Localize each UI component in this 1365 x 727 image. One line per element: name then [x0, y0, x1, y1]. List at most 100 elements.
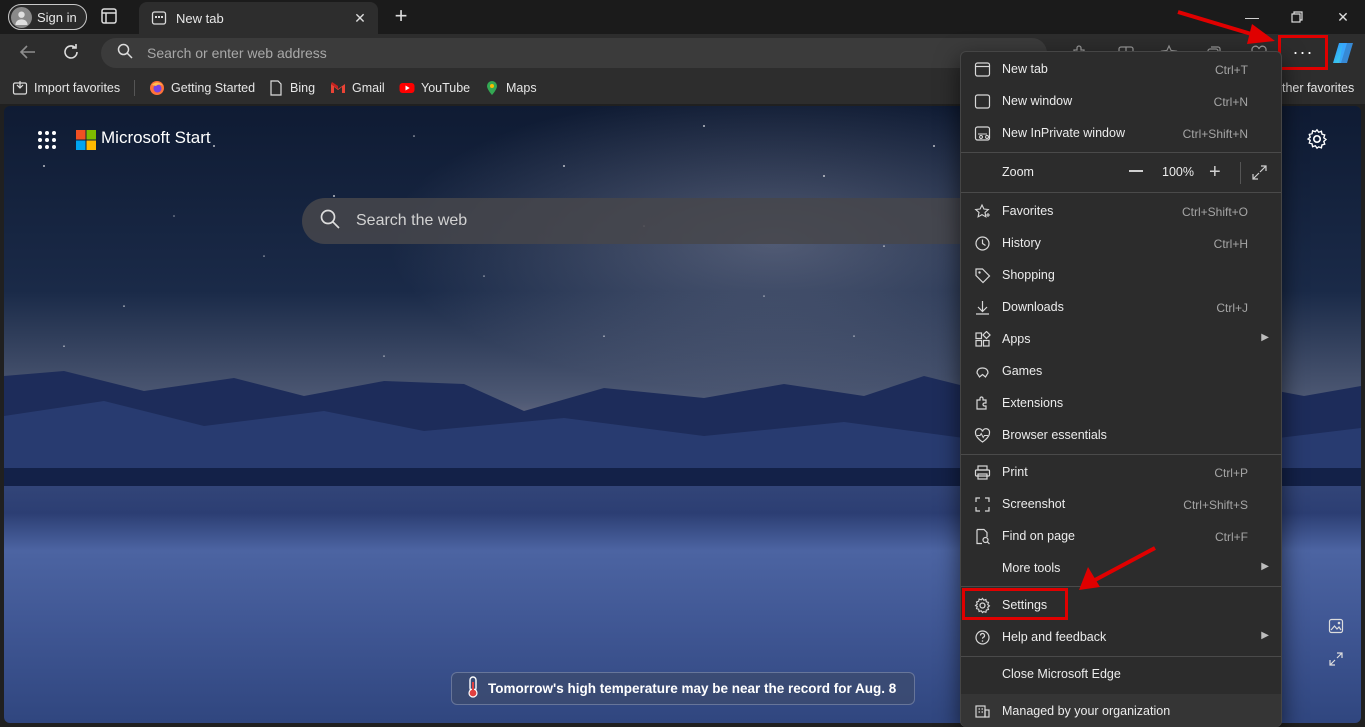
- printer-icon: [974, 464, 991, 481]
- menu-item-print[interactable]: Print Ctrl+P: [961, 456, 1281, 488]
- tab-new-tab[interactable]: New tab ✕: [139, 2, 378, 34]
- downloads-icon: [974, 299, 991, 316]
- new-tab-page-icon: [151, 10, 167, 26]
- zoom-out-icon[interactable]: [1129, 170, 1143, 172]
- web-search-input[interactable]: [356, 212, 956, 230]
- search-icon: [320, 209, 340, 234]
- menu-separator: [961, 656, 1281, 657]
- maps-pin-icon: [484, 80, 500, 96]
- menu-item-screenshot[interactable]: Screenshot Ctrl+Shift+S: [961, 488, 1281, 520]
- gmail-icon: [330, 80, 346, 96]
- sign-in-label: Sign in: [37, 9, 77, 25]
- apps-icon: [974, 330, 991, 348]
- avatar-icon: [11, 6, 32, 28]
- settings-highlight-box: [962, 588, 1068, 620]
- close-window-icon[interactable]: ✕: [1332, 6, 1354, 28]
- menu-label: Apps: [1002, 332, 1031, 346]
- menu-item-shopping[interactable]: Shopping: [961, 259, 1281, 291]
- minimize-icon[interactable]: —: [1241, 6, 1263, 28]
- menu-item-games[interactable]: Games: [961, 355, 1281, 387]
- menu-item-new-window[interactable]: New window Ctrl+N: [961, 85, 1281, 117]
- menu-label: Extensions: [1002, 396, 1064, 410]
- menu-item-downloads[interactable]: Downloads Ctrl+J: [961, 291, 1281, 323]
- menu-item-zoom: Zoom 100% +: [961, 156, 1281, 188]
- refresh-icon[interactable]: [61, 42, 83, 64]
- managed-by-organization[interactable]: Managed by your organization: [961, 694, 1281, 727]
- settings-and-more-menu: New tab Ctrl+T New window Ctrl+N New InP…: [960, 51, 1282, 727]
- games-icon: [974, 363, 991, 380]
- close-tab-icon[interactable]: ✕: [352, 10, 368, 26]
- menu-separator: [961, 152, 1281, 153]
- menu-item-help-and-feedback[interactable]: Help and feedback ▶: [961, 621, 1281, 653]
- new-tab-icon: [974, 61, 991, 78]
- new-tab-plus-icon[interactable]: +: [390, 5, 412, 28]
- favorite-getting-started[interactable]: Getting Started: [149, 80, 255, 96]
- menu-shortcut: Ctrl+T: [1215, 63, 1248, 77]
- menu-item-new-inprivate-window[interactable]: New InPrivate window Ctrl+Shift+N: [961, 117, 1281, 149]
- menu-item-more-tools[interactable]: More tools ▶: [961, 552, 1281, 584]
- zoom-in-icon[interactable]: +: [1209, 162, 1221, 182]
- menu-label: Browser essentials: [1002, 428, 1107, 442]
- menu-shortcut: Ctrl+F: [1215, 530, 1248, 544]
- sign-in-button[interactable]: Sign in: [8, 4, 87, 30]
- submenu-arrow-icon: ▶: [1261, 332, 1269, 343]
- image-info-icon[interactable]: [1328, 618, 1344, 634]
- new-window-icon: [974, 93, 991, 110]
- submenu-arrow-icon: ▶: [1261, 630, 1269, 641]
- favorite-label: Bing: [290, 81, 316, 95]
- menu-shortcut: Ctrl+N: [1213, 95, 1248, 109]
- shopping-tag-icon: [974, 267, 991, 284]
- menu-separator: [961, 192, 1281, 193]
- firefox-icon: [149, 80, 165, 96]
- brand-title[interactable]: Microsoft Start: [101, 128, 211, 148]
- full-screen-icon[interactable]: [1251, 164, 1268, 181]
- menu-label: Print: [1002, 465, 1028, 479]
- import-icon: [12, 80, 28, 96]
- menu-item-find-on-page[interactable]: Find on page Ctrl+F: [961, 520, 1281, 552]
- find-icon: [974, 528, 991, 545]
- other-favorites[interactable]: ther favorites: [1282, 81, 1354, 95]
- weather-alert[interactable]: Tomorrow's high temperature may be near …: [451, 672, 915, 705]
- favorite-gmail[interactable]: Gmail: [330, 80, 385, 96]
- menu-separator: [961, 454, 1281, 455]
- menu-item-browser-essentials[interactable]: Browser essentials: [961, 419, 1281, 451]
- menu-item-apps[interactable]: Apps ▶: [961, 323, 1281, 355]
- address-bar[interactable]: [101, 38, 1047, 68]
- menu-item-extensions[interactable]: Extensions: [961, 387, 1281, 419]
- tab-actions-icon[interactable]: [100, 7, 120, 27]
- menu-item-favorites[interactable]: Favorites Ctrl+Shift+O: [961, 195, 1281, 227]
- restore-icon[interactable]: [1286, 6, 1308, 28]
- favorite-bing[interactable]: Bing: [268, 80, 315, 96]
- favorite-label: Gmail: [352, 81, 385, 95]
- copilot-icon[interactable]: [1331, 41, 1357, 65]
- menu-label: Zoom: [1002, 165, 1034, 179]
- address-input[interactable]: [147, 45, 967, 61]
- more-ellipsis-icon: ···: [1292, 42, 1314, 62]
- tab-strip: Sign in New tab ✕ + — ✕: [0, 0, 1365, 34]
- organization-building-icon: [974, 702, 991, 722]
- favorite-youtube[interactable]: YouTube: [399, 80, 470, 96]
- thermometer-icon: [466, 676, 480, 701]
- menu-label: Favorites: [1002, 204, 1054, 218]
- page-icon: [268, 80, 284, 96]
- menu-label: New window: [1002, 94, 1073, 108]
- menu-item-history[interactable]: History Ctrl+H: [961, 227, 1281, 259]
- back-arrow-icon[interactable]: [18, 42, 40, 64]
- menu-shortcut: Ctrl+Shift+O: [1181, 205, 1248, 219]
- menu-separator: [961, 586, 1281, 587]
- web-search-box[interactable]: [302, 198, 1002, 244]
- menu-shortcut: Ctrl+J: [1216, 301, 1248, 315]
- favorite-maps[interactable]: Maps: [484, 80, 537, 96]
- settings-and-more-button[interactable]: ···: [1278, 35, 1328, 70]
- menu-item-new-tab[interactable]: New tab Ctrl+T: [961, 53, 1281, 85]
- menu-label: History: [1002, 236, 1041, 250]
- menu-label: Games: [1002, 364, 1043, 378]
- menu-shortcut: Ctrl+Shift+N: [1182, 127, 1248, 141]
- page-settings-gear-icon[interactable]: [1306, 128, 1330, 152]
- help-question-icon: [974, 629, 991, 646]
- expand-icon[interactable]: [1328, 651, 1344, 667]
- favorite-import-favorites[interactable]: Import favorites: [12, 80, 120, 96]
- apps-launcher-icon[interactable]: [37, 130, 57, 150]
- menu-item-close-microsoft-edge[interactable]: Close Microsoft Edge: [961, 658, 1281, 690]
- menu-label: Shopping: [1002, 268, 1055, 282]
